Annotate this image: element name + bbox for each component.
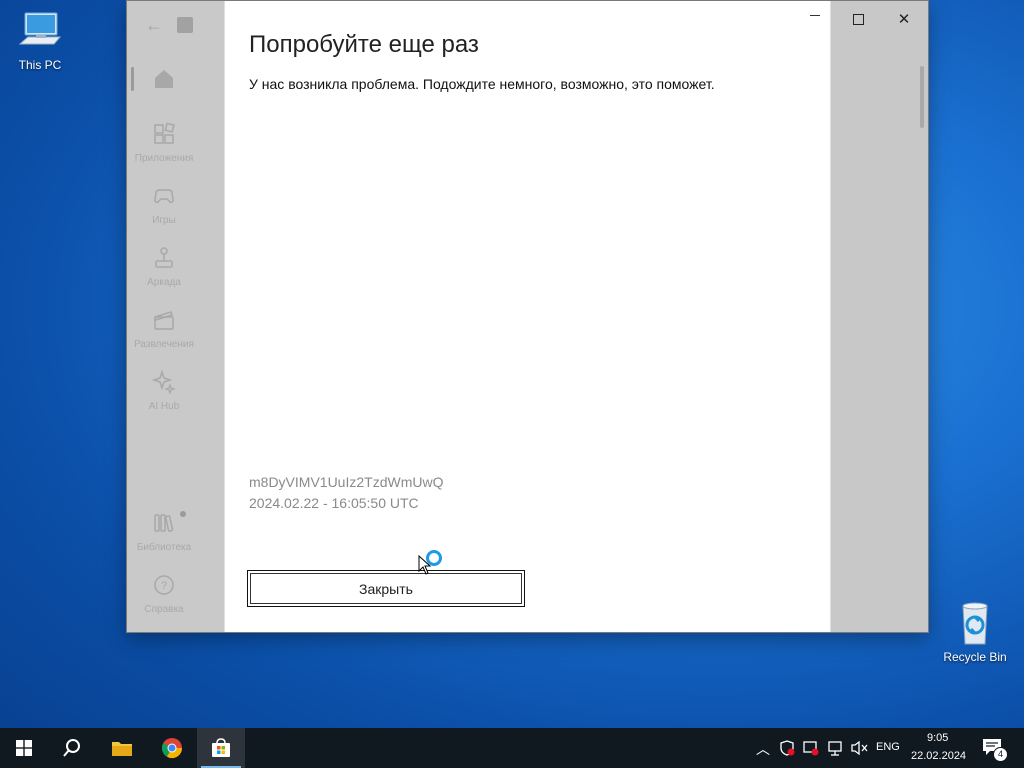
maximize-icon: [852, 13, 864, 25]
folder-icon: [112, 742, 132, 756]
sidebar-item-label: Справка: [144, 604, 184, 615]
gamepad-icon: [154, 189, 174, 203]
network-icon[interactable]: [827, 740, 843, 756]
dialog-message: У нас возникла проблема. Подождите немно…: [249, 76, 715, 92]
desktop-icon-this-pc[interactable]: This PC: [0, 10, 80, 72]
sidebar-item-label: Игры: [152, 215, 176, 226]
sidebar-item-arcade[interactable]: Аркада: [127, 246, 201, 288]
library-icon: [154, 514, 174, 532]
sidebar-item-label: Библиотека: [136, 542, 192, 553]
chrome-icon: [161, 738, 183, 759]
volume-muted-icon[interactable]: [850, 740, 868, 756]
help-icon: ?: [154, 575, 174, 595]
close-window-button[interactable]: ✕: [882, 3, 926, 35]
clapperboard-icon: [154, 311, 174, 330]
desktop-icon-recycle-bin[interactable]: Recycle Bin: [935, 602, 1015, 664]
error-code: m8DyVIMV1UuIz2TzdWmUwQ: [249, 474, 444, 490]
error-dialog: Попробуйте еще раз У нас возникла пробле…: [225, 1, 830, 632]
microsoft-store-window: ← Приложения Игры Аркада Развлечения AI …: [127, 1, 928, 632]
search-button[interactable]: [48, 728, 96, 768]
sidebar-item-entertainment[interactable]: Развлечения: [127, 308, 201, 350]
store-bag-icon: [212, 738, 230, 757]
selection-indicator: [131, 67, 134, 91]
taskbar: ︿ ENG 9:05 22.02.2024 4: [0, 728, 1024, 768]
store-content-dimmed: [830, 1, 928, 632]
windows-logo-icon: [16, 740, 32, 756]
computer-icon: [16, 10, 64, 54]
sidebar-item-label: Приложения: [134, 153, 194, 164]
sidebar-item-apps[interactable]: Приложения: [127, 122, 201, 164]
close-icon: ✕: [897, 11, 911, 28]
sidebar-item-label: AI Hub: [148, 401, 180, 412]
tray-chevron-icon[interactable]: ︿: [756, 739, 770, 759]
taskbar-microsoft-store[interactable]: [197, 728, 245, 768]
search-icon: [63, 739, 80, 757]
recycle-bin-icon: [951, 602, 999, 646]
joystick-icon: [155, 247, 173, 268]
sidebar-item-home[interactable]: [152, 67, 176, 94]
start-button[interactable]: [0, 728, 48, 768]
sidebar-item-help[interactable]: ? Справка: [127, 573, 201, 615]
sidebar-item-label: Аркада: [147, 277, 181, 288]
sidebar-item-label: Развлечения: [134, 339, 194, 350]
mouse-cursor-icon: [418, 555, 432, 575]
update-icon[interactable]: [803, 740, 819, 756]
home-icon: [155, 70, 173, 88]
language-indicator[interactable]: ENG: [876, 741, 900, 753]
update-dot: [180, 511, 186, 517]
sidebar-item-games[interactable]: Игры: [127, 184, 201, 226]
minimize-icon[interactable]: [805, 5, 825, 25]
store-logo-icon: [177, 17, 193, 33]
sidebar-item-ai-hub[interactable]: AI Hub: [127, 369, 201, 412]
action-center-button[interactable]: 4: [978, 736, 1008, 762]
dialog-title: Попробуйте еще раз: [249, 31, 479, 58]
svg-text:?: ?: [161, 580, 167, 592]
sidebar-top: ←: [127, 13, 224, 41]
taskbar-file-explorer[interactable]: [98, 728, 146, 768]
sparkle-icon: [151, 369, 176, 395]
desktop-icon-label: Recycle Bin: [943, 650, 1007, 664]
scrollbar-thumb[interactable]: [920, 66, 924, 128]
clock-time[interactable]: 9:05: [927, 732, 948, 744]
taskbar-chrome[interactable]: [148, 728, 196, 768]
apps-icon: [154, 122, 175, 144]
desktop-icon-label: This PC: [18, 58, 62, 72]
error-timestamp: 2024.02.22 - 16:05:50 UTC: [249, 495, 419, 511]
back-arrow-icon[interactable]: ←: [145, 15, 163, 36]
close-button[interactable]: Закрыть: [247, 570, 525, 607]
sidebar-item-library[interactable]: Библиотека: [127, 511, 201, 553]
clock-date[interactable]: 22.02.2024: [911, 750, 966, 762]
maximize-button[interactable]: [836, 3, 880, 35]
store-sidebar: ← Приложения Игры Аркада Развлечения AI …: [127, 1, 224, 632]
notification-badge: 4: [993, 747, 1008, 762]
security-shield-icon[interactable]: [779, 740, 795, 756]
